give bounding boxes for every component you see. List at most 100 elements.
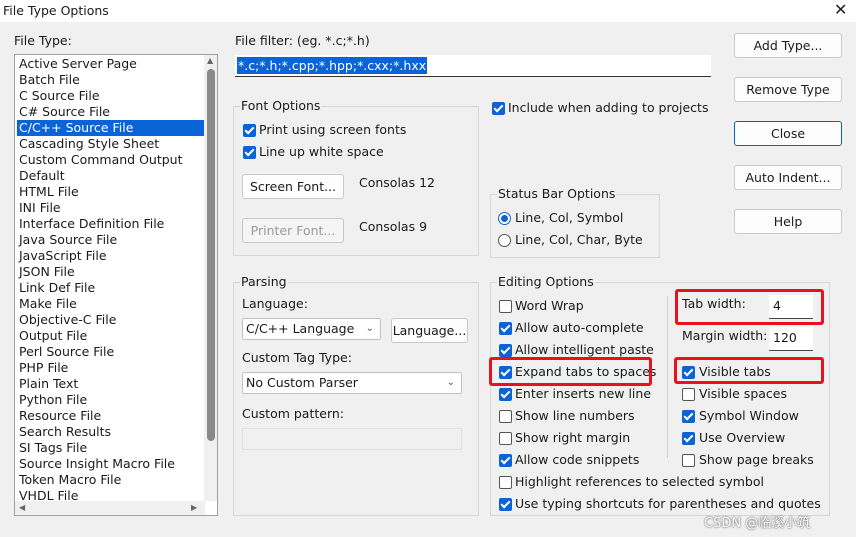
allow-intelligent-paste-label: Allow intelligent paste	[515, 342, 654, 357]
show-page-breaks-checkbox[interactable]	[682, 454, 695, 467]
show-right-margin-label: Show right margin	[515, 430, 631, 445]
printer-font-value: Consolas 9	[359, 219, 428, 234]
list-item[interactable]: Link Def File	[17, 280, 204, 296]
list-item[interactable]: Cascading Style Sheet	[17, 136, 204, 152]
list-item[interactable]: Custom Command Output	[17, 152, 204, 168]
highlight-references-checkbox[interactable]	[499, 476, 512, 489]
print-screen-fonts-checkbox[interactable]	[243, 124, 256, 137]
use-overview-checkbox[interactable]	[682, 432, 695, 445]
custom-pattern-input[interactable]	[242, 428, 462, 450]
show-right-margin-checkbox[interactable]	[499, 432, 512, 445]
scroll-left-icon[interactable]: ◀	[19, 503, 25, 512]
custom-tag-type-label: Custom Tag Type:	[242, 350, 352, 365]
list-item[interactable]: Java Source File	[17, 232, 204, 248]
list-item[interactable]: C# Source File	[17, 104, 204, 120]
highlight-references-label: Highlight references to selected symbol	[515, 474, 764, 489]
list-item[interactable]: Plain Text	[17, 376, 204, 392]
scroll-up-icon[interactable]: ▲	[207, 56, 213, 65]
language-select-value: C/C++ Language	[246, 321, 355, 336]
status-bar-radio-symbol[interactable]	[498, 212, 511, 225]
custom-tag-type-select[interactable]: No Custom Parser ⌄	[242, 372, 462, 394]
custom-tag-type-value: No Custom Parser	[246, 375, 358, 390]
title-bar	[0, 0, 856, 22]
close-button[interactable]: Close	[734, 121, 842, 146]
list-item[interactable]: HTML File	[17, 184, 204, 200]
list-item[interactable]: Objective-C File	[17, 312, 204, 328]
print-screen-fonts-label: Print using screen fonts	[259, 122, 407, 137]
file-type-list[interactable]: Active Server Page Batch File C Source Fil…	[14, 54, 218, 516]
highlight-box-expand-tabs	[489, 357, 652, 386]
visible-spaces-label: Visible spaces	[699, 386, 787, 401]
list-item[interactable]: Make File	[17, 296, 204, 312]
list-item[interactable]: Output File	[17, 328, 204, 344]
watermark: CSDN @临溪小筑	[704, 516, 811, 531]
list-item[interactable]: SI Tags File	[17, 440, 204, 456]
horizontal-scrollbar[interactable]: ◀ ▶	[15, 501, 205, 515]
list-item[interactable]: Token Macro File	[17, 472, 204, 488]
show-page-breaks-label: Show page breaks	[699, 452, 814, 467]
use-typing-shortcuts-checkbox[interactable]	[499, 498, 512, 511]
file-filter-label: File filter: (eg. *.c;*.h)	[235, 33, 370, 48]
line-up-white-space-checkbox[interactable]	[243, 146, 256, 159]
list-item[interactable]: Python File	[17, 392, 204, 408]
margin-width-label: Margin width:	[682, 328, 768, 343]
margin-width-input[interactable]: 120	[769, 327, 813, 351]
list-item[interactable]: Default	[17, 168, 204, 184]
list-item[interactable]: C/C++ Source File	[17, 120, 204, 136]
screen-font-button[interactable]: Screen Font...	[242, 174, 344, 199]
status-bar-radio-char-byte[interactable]	[498, 234, 511, 247]
file-filter-input[interactable]: *.c;*.h;*.cpp;*.hpp;*.cxx;*.hxx	[235, 55, 711, 77]
visible-spaces-checkbox[interactable]	[682, 388, 695, 401]
printer-font-button[interactable]: Printer Font...	[242, 218, 344, 243]
status-bar-options-group	[490, 194, 660, 258]
show-line-numbers-checkbox[interactable]	[499, 410, 512, 423]
list-item[interactable]: PHP File	[17, 360, 204, 376]
allow-intelligent-paste-checkbox[interactable]	[499, 344, 512, 357]
list-item[interactable]: Perl Source File	[17, 344, 204, 360]
allow-code-snippets-checkbox[interactable]	[499, 454, 512, 467]
include-when-adding-checkbox[interactable]	[492, 102, 505, 115]
highlight-box-visible-tabs	[674, 357, 824, 384]
list-item[interactable]: Source Insight Macro File	[17, 456, 204, 472]
list-item[interactable]: Resource File	[17, 408, 204, 424]
list-item[interactable]: JSON File	[17, 264, 204, 280]
scroll-thumb[interactable]	[207, 69, 215, 441]
enter-inserts-new-line-checkbox[interactable]	[499, 388, 512, 401]
chevron-down-icon: ⌄	[446, 377, 455, 388]
list-item[interactable]: Active Server Page	[17, 56, 204, 72]
language-select[interactable]: C/C++ Language ⌄	[242, 318, 381, 340]
status-bar-option-symbol: Line, Col, Symbol	[515, 210, 624, 225]
remove-type-button[interactable]: Remove Type	[734, 77, 842, 102]
list-item[interactable]: JavaScript File	[17, 248, 204, 264]
enter-inserts-new-line-label: Enter inserts new line	[515, 386, 652, 401]
include-when-adding-label: Include when adding to projects	[508, 100, 709, 115]
list-item[interactable]: Batch File	[17, 72, 204, 88]
font-options-title: Font Options	[240, 98, 322, 113]
chevron-down-icon: ⌄	[365, 323, 374, 334]
list-item[interactable]: Search Results	[17, 424, 204, 440]
scroll-right-icon[interactable]: ▶	[191, 503, 197, 512]
file-filter-value: *.c;*.h;*.cpp;*.hpp;*.cxx;*.hxx	[237, 57, 428, 74]
help-button[interactable]: Help	[734, 209, 842, 234]
word-wrap-label: Word Wrap	[515, 298, 584, 313]
screen-font-value: Consolas 12	[359, 175, 435, 190]
status-bar-option-char-byte: Line, Col, Char, Byte	[515, 232, 643, 247]
allow-auto-complete-checkbox[interactable]	[499, 322, 512, 335]
list-item[interactable]: Interface Definition File	[17, 216, 204, 232]
auto-indent-button[interactable]: Auto Indent...	[734, 165, 842, 190]
language-button[interactable]: Language...	[391, 318, 468, 343]
window-title: File Type Options	[3, 3, 109, 18]
highlight-box-tab-width	[675, 289, 824, 325]
symbol-window-checkbox[interactable]	[682, 410, 695, 423]
parsing-title: Parsing	[240, 274, 288, 289]
add-type-button[interactable]: Add Type...	[734, 33, 842, 58]
status-bar-options-title: Status Bar Options	[497, 186, 617, 201]
close-icon[interactable]: ✕	[834, 0, 847, 19]
vertical-scrollbar[interactable]: ▲	[204, 55, 217, 501]
word-wrap-checkbox[interactable]	[499, 300, 512, 313]
list-item[interactable]: INI File	[17, 200, 204, 216]
editing-options-title: Editing Options	[497, 274, 595, 289]
list-item[interactable]: C Source File	[17, 88, 204, 104]
custom-pattern-label: Custom pattern:	[242, 406, 345, 421]
use-overview-label: Use Overview	[699, 430, 786, 445]
